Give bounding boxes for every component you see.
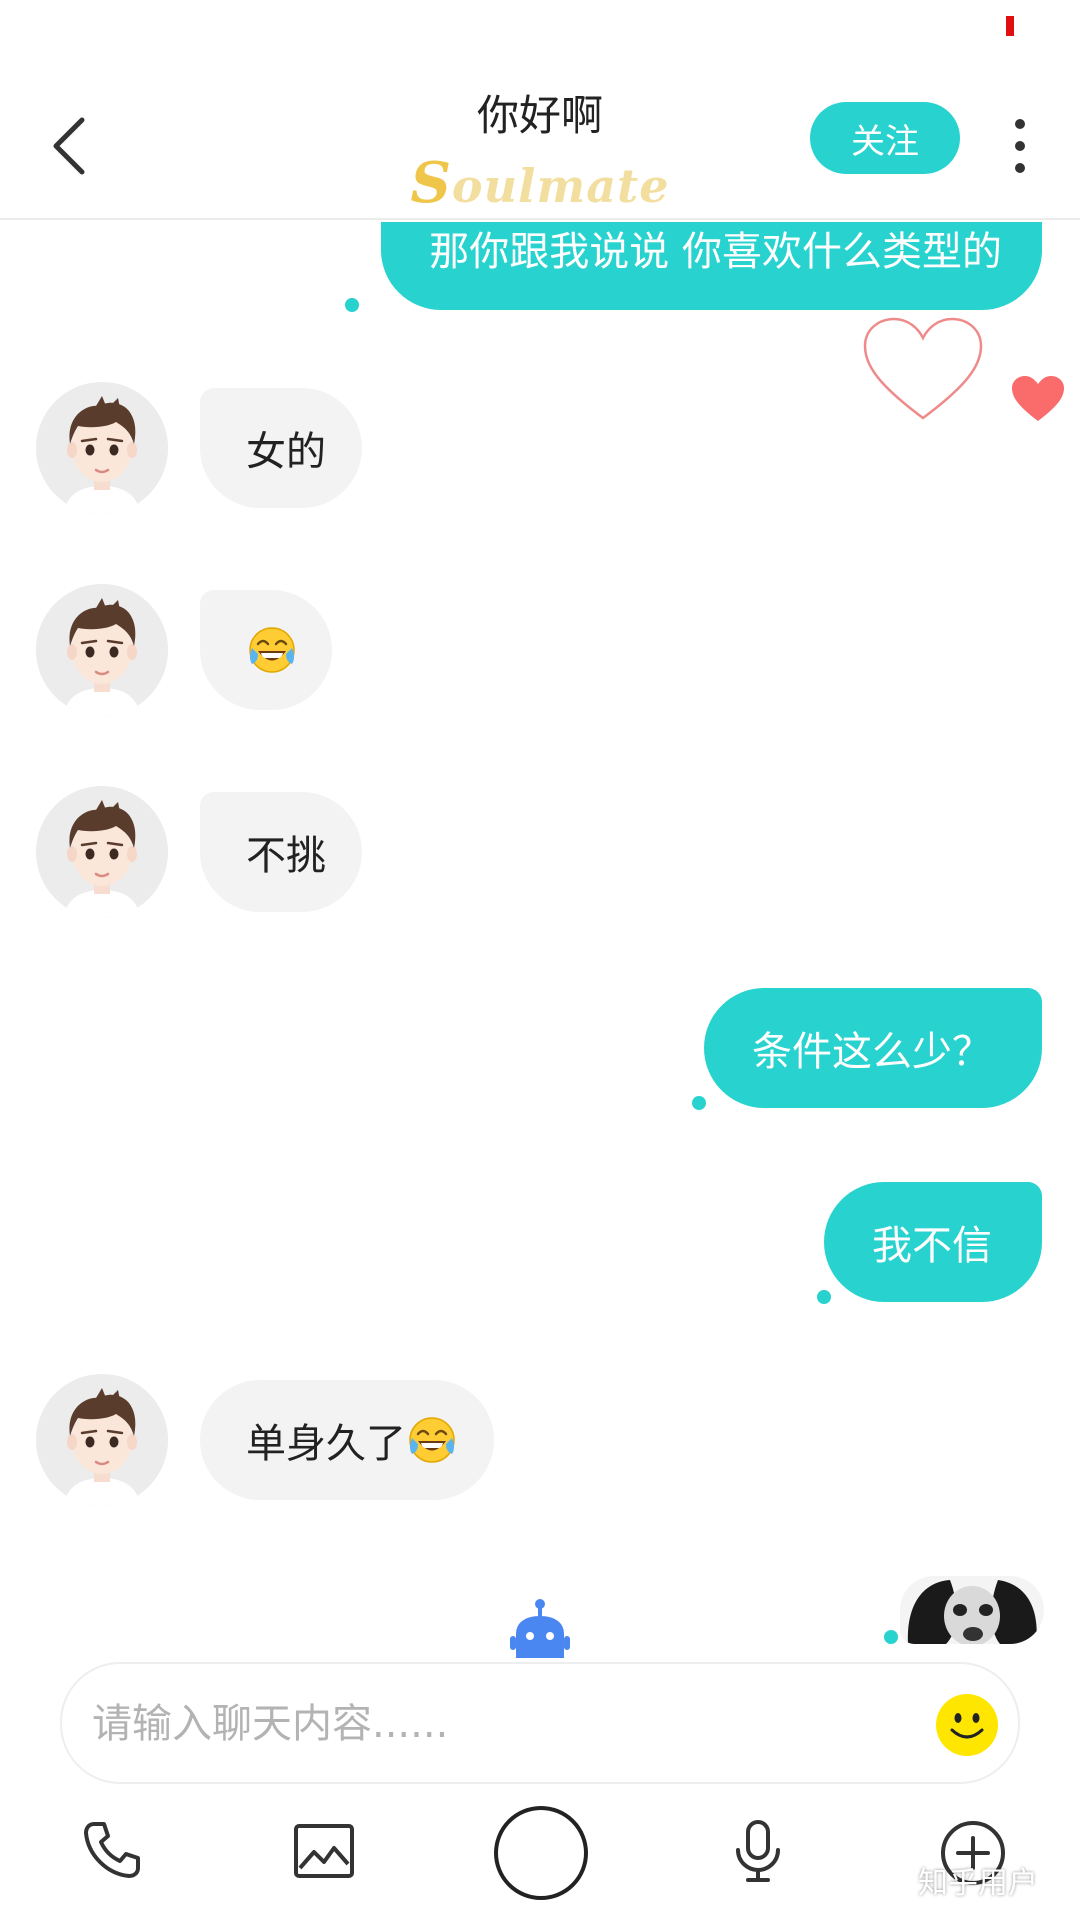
gallery-button[interactable] (292, 1822, 356, 1884)
more-vertical-icon (1015, 119, 1025, 173)
message-input-bar (60, 1662, 1020, 1784)
voice-message-button[interactable] (732, 1818, 784, 1888)
capture-button[interactable] (492, 1804, 590, 1906)
dog-sticker-icon (900, 1576, 1044, 1644)
contact-avatar[interactable] (36, 382, 168, 514)
outgoing-message[interactable]: 我不信 (824, 1182, 1042, 1302)
heart-outline-icon[interactable] (862, 316, 984, 424)
boy-avatar-icon (36, 584, 168, 716)
incoming-message[interactable]: 单身久了 (200, 1380, 494, 1500)
circle-icon (494, 1806, 588, 1900)
boy-avatar-icon (36, 382, 168, 514)
contact-avatar[interactable] (36, 786, 168, 918)
follow-button[interactable]: 关注 (810, 102, 960, 174)
image-icon (294, 1824, 354, 1878)
sent-indicator-dot (884, 1630, 898, 1644)
voice-call-button[interactable] (80, 1818, 144, 1886)
incoming-message[interactable]: 女的 (200, 388, 362, 508)
contact-avatar[interactable] (36, 1374, 168, 1506)
outgoing-message[interactable]: 那你跟我说说 你喜欢什么类型的 (381, 222, 1042, 310)
back-button[interactable] (40, 108, 100, 184)
message-text: 单身久了 (246, 1421, 406, 1467)
message-list[interactable]: 那你跟我说说 你喜欢什么类型的 女的 不挑 条件这么少？ 我不信 单身久了 (0, 222, 1080, 1660)
message-text: 条件这么少？ (752, 1029, 992, 1075)
phone-icon (84, 1822, 140, 1878)
microphone-icon (736, 1820, 780, 1882)
sticker-message[interactable] (900, 1576, 1044, 1644)
robot-icon (510, 1599, 570, 1658)
message-text: 我不信 (872, 1223, 992, 1269)
heart-filled-icon[interactable] (1010, 374, 1066, 424)
boy-avatar-icon (36, 786, 168, 918)
assistant-robot-button[interactable] (508, 1598, 572, 1658)
tears-of-joy-emoji (409, 1417, 455, 1463)
soulmate-logo: Soulmate (410, 150, 670, 216)
more-options-button[interactable] (998, 112, 1042, 180)
sent-indicator-dot (817, 1290, 831, 1304)
message-text: 女的 (246, 429, 326, 475)
message-input[interactable] (92, 1694, 872, 1754)
boy-avatar-icon (36, 1374, 168, 1506)
incoming-message[interactable]: 不挑 (200, 792, 362, 912)
emoji-button[interactable] (934, 1692, 1000, 1758)
message-text: 不挑 (246, 833, 326, 879)
sent-indicator-dot (692, 1096, 706, 1110)
incoming-message[interactable] (200, 590, 332, 710)
chat-title: 你好啊 (476, 91, 603, 140)
sent-indicator-dot (345, 298, 359, 312)
contact-avatar[interactable] (36, 584, 168, 716)
chevron-left-icon (53, 117, 85, 175)
status-indicator (1006, 16, 1014, 36)
chat-header: 你好啊 Soulmate 关注 (0, 50, 1080, 220)
watermark: 知乎用户 (918, 1866, 1038, 1901)
tears-of-joy-emoji (249, 627, 295, 673)
smiley-icon (936, 1694, 998, 1756)
message-text: 那你跟我说说 你喜欢什么类型的 (429, 229, 1002, 275)
outgoing-message[interactable]: 条件这么少？ (704, 988, 1042, 1108)
